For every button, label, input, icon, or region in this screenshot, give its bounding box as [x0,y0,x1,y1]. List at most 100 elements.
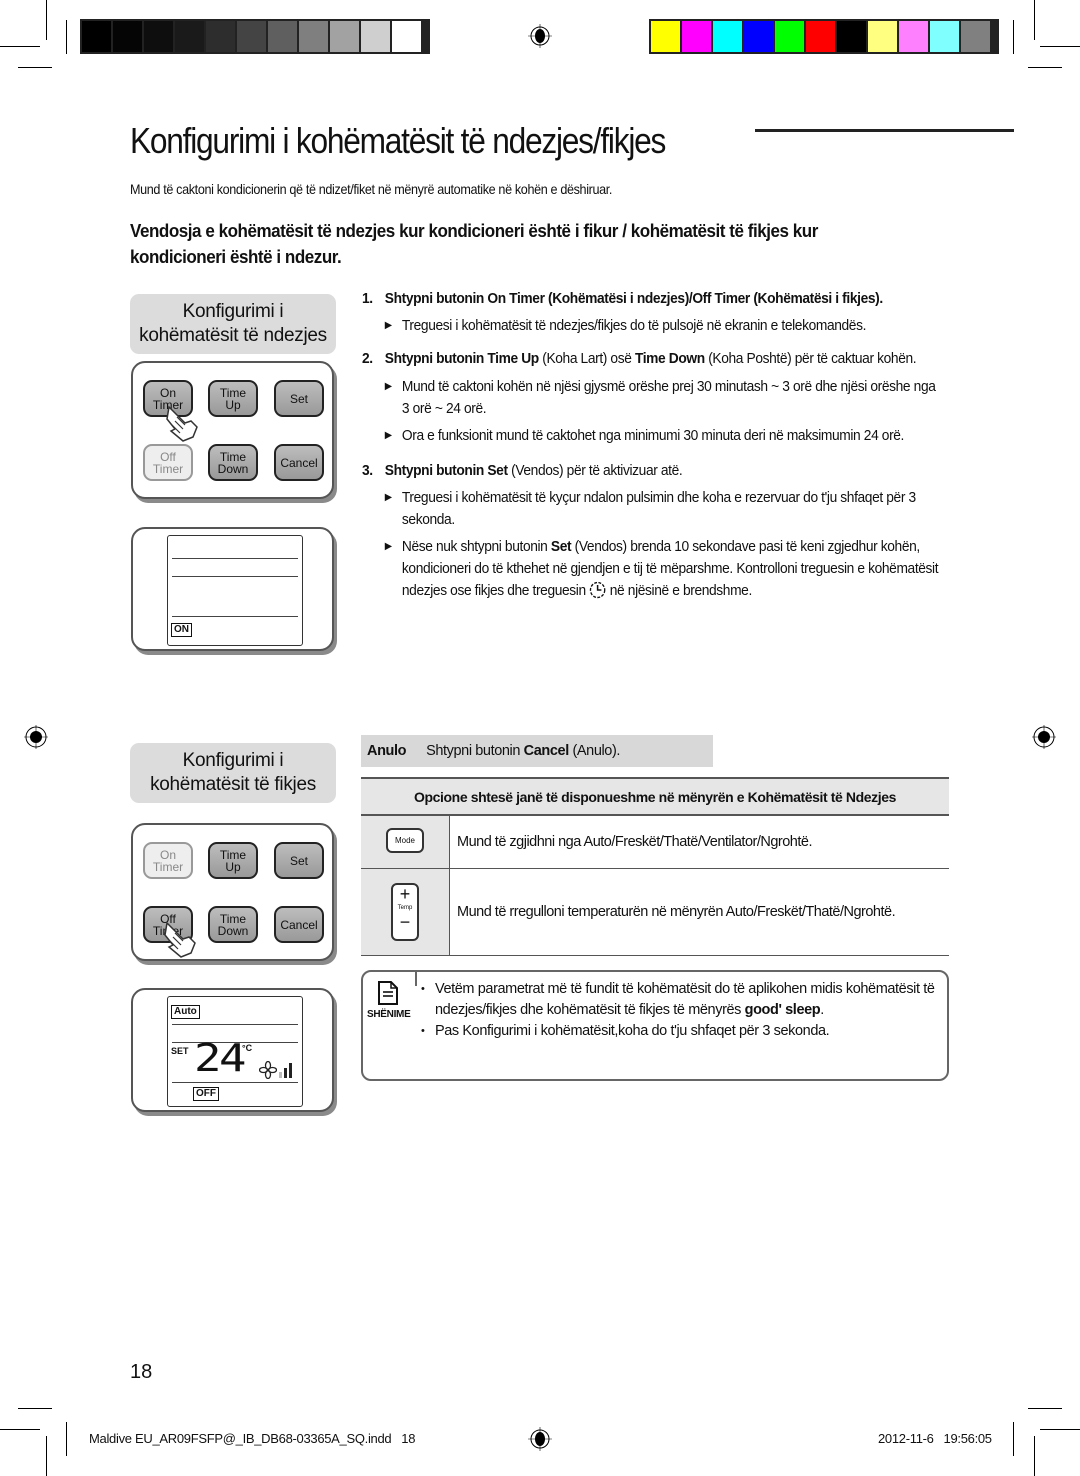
color-swatch [361,21,390,52]
section-heading: Vendosja e kohëmatësit të ndezjes kur ko… [130,220,818,267]
triangle-bullet-icon: ▶ [384,430,392,441]
time-up-button[interactable]: Time Up [208,842,258,879]
instruction-steps: 1. Shtypni butonin On Timer (Kohëmatësi … [362,289,952,602]
color-swatch [175,21,204,52]
color-swatch [237,21,266,52]
color-swatch [713,21,742,52]
remote-keypad-off: OnTimer TimeUp Set OffTimer TimeDown Can… [131,823,334,961]
time-up-button[interactable]: Time Up [208,380,258,417]
cancel-button[interactable]: Cancel [274,906,324,943]
mode-button-icon: Mode [386,828,424,853]
note-item: Pas Konfigurimi i kohëmatësit,koha do t'… [421,1021,961,1042]
set-button[interactable]: Set [274,380,324,417]
triangle-bullet-icon: ▶ [384,492,392,503]
page-number: 18 [130,1361,153,1383]
cancel-button[interactable]: Cancel [274,444,324,481]
crop-mark [1034,1436,1035,1476]
tag-line: kohëmatësit të ndezjes [139,325,327,346]
color-calibration-bar [649,19,999,54]
triangle-bullet-icon: ▶ [384,541,392,552]
fan-icon [259,1061,277,1079]
triangle-bullet-icon: ▶ [384,381,392,392]
step-bullet: ▶ Ora e funksionit mund të caktohet nga m… [362,425,943,447]
time-down-button[interactable]: Time Down [208,906,258,943]
unit-label: °C [242,1043,253,1053]
color-swatch [330,21,359,52]
color-swatch [144,21,173,52]
off-timer-tag: Konfigurimi i kohëmatësit të fikjes [130,743,336,803]
set-button[interactable]: Set [274,842,324,879]
on-timer-button[interactable]: On Timer [143,842,193,879]
crop-mark [66,20,67,54]
note-list: Vetëm parametrat më të fundit të kohëmat… [421,979,961,1042]
cancel-instruction-bar: Anulo Shtypni butonin Cancel (Anulo). [361,735,713,767]
off-badge: OFF [193,1087,219,1101]
footer-timestamp: 2012-11-6 19:56:05 [878,1431,992,1446]
triangle-bullet-icon: ▶ [384,320,392,331]
crop-mark [1040,1429,1080,1430]
registration-mark-icon [528,1427,552,1451]
additional-options-table: Opcione shtesë janë të disponueshme në m… [361,777,949,956]
color-swatch [961,21,990,52]
crop-mark [1028,67,1062,68]
temp-button-icon: + Temp − [391,883,419,941]
color-swatch [806,21,835,52]
remote-display-on: ON [131,527,334,651]
crop-mark [0,1429,40,1430]
option-row: Mode Mund të zgjidhni nga Auto/Freskët/T… [361,816,949,869]
page-title: Konfigurimi i kohëmatësit të ndezjes/fik… [130,120,666,161]
color-swatch [837,21,866,52]
title-rule [755,129,1014,132]
color-swatch [930,21,959,52]
registration-mark-icon [24,725,48,749]
crop-mark [1034,0,1035,40]
registration-mark-icon [1032,725,1056,749]
note-label: SHËNIME [367,1009,411,1020]
crop-mark [0,46,40,47]
note-box: SHËNIME Vetëm parametrat më të fundit të… [361,970,949,1081]
off-timer-button[interactable]: OffTimer [143,444,193,481]
color-swatch [392,21,421,52]
crop-mark [1040,46,1080,47]
cancel-label: Anulo [367,743,407,759]
lcd-screen: ON [167,535,303,646]
color-swatch [268,21,297,52]
color-swatch [899,21,928,52]
pointing-hand-icon [164,921,196,958]
mode-badge: Auto [171,1005,200,1019]
lcd-screen: Auto SET 24 °C OFF [167,996,303,1107]
step-bullet: ▶ Treguesi i kohëmatësit të ndezjes/fikje… [362,315,943,337]
fan-speed-bar [284,1068,287,1078]
color-swatch [113,21,142,52]
crop-mark [18,67,52,68]
step-bullet: ▶ Treguesi i kohëmatësit të kyçur ndalon … [362,487,943,531]
fan-speed-bar [289,1063,292,1078]
on-timer-tag: Konfigurimi i kohëmatësit të ndezjes [130,294,336,354]
color-swatch [744,21,773,52]
step-2: 2. Shtypni butonin Time Up (Koha Lart) o… [362,351,917,367]
step-bullet: ▶ Nëse nuk shtypni butonin Set (Vendos) b… [362,536,943,602]
color-swatch [775,21,804,52]
crop-mark [66,1422,67,1456]
color-swatch [299,21,328,52]
crop-mark [1013,1422,1014,1456]
tag-line: Konfigurimi i [182,750,284,771]
step-bullet: ▶ Mund të caktoni kohën në njësi gjysmë o… [362,376,943,420]
time-down-button[interactable]: Time Down [208,444,258,481]
color-swatch [651,21,680,52]
on-badge: ON [171,623,192,637]
registration-mark-icon [528,24,552,48]
options-header: Opcione shtesë janë të disponueshme në m… [361,777,949,816]
crop-mark [1028,1408,1062,1409]
temperature-readout: 24 [194,1036,247,1080]
option-row: + Temp − Mund të rregulloni temperaturën… [361,869,949,956]
crop-mark [18,1408,52,1409]
note-item: Vetëm parametrat më të fundit të kohëmat… [421,979,961,1021]
step-1: 1. Shtypni butonin On Timer (Kohëmatësi … [362,291,883,307]
color-swatch [82,21,111,52]
timer-clock-icon [589,581,606,599]
crop-mark [46,1436,47,1476]
tag-line: Konfigurimi i [182,301,284,322]
footer-filename: Maldive EU_AR09FSFP@_IB_DB68-03365A_SQ.i… [89,1431,416,1446]
set-label: SET [171,1046,189,1056]
